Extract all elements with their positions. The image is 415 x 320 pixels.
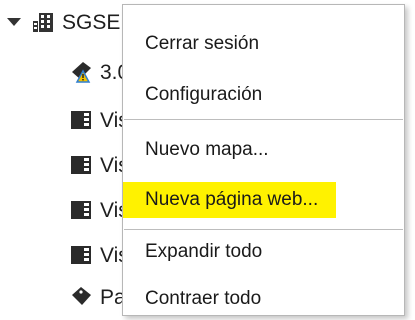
tree-item[interactable]: 3.0 <box>68 56 129 88</box>
tree-item[interactable]: Vis <box>68 149 129 181</box>
menu-separator <box>124 119 403 120</box>
menu-separator <box>124 229 403 230</box>
application-window: SGSE 3.0 Vis Vis Vis Vis Pa Cerrar sesió… <box>0 0 415 320</box>
tree-root-label: SGSE <box>62 10 121 34</box>
grid-view-icon <box>68 197 94 223</box>
tree-root-item[interactable]: SGSE <box>0 6 120 38</box>
menu-item-nueva-pagina-web[interactable]: Nueva página web... <box>123 180 404 220</box>
tree-item[interactable]: Vis <box>68 104 129 136</box>
menu-item-configuracion[interactable]: Configuración <box>123 74 404 114</box>
menu-item-cerrar-sesion[interactable]: Cerrar sesión <box>123 23 404 63</box>
tree-item[interactable]: Pa <box>68 281 126 313</box>
menu-item-nuevo-mapa[interactable]: Nuevo mapa... <box>123 129 404 169</box>
tag-icon <box>68 284 94 310</box>
menu-item-contraer-todo[interactable]: Contraer todo <box>123 278 404 318</box>
tree-item[interactable]: Vis <box>68 194 129 226</box>
building-icon <box>30 9 56 35</box>
expand-arrow-icon[interactable] <box>4 13 22 31</box>
context-menu: Cerrar sesión Configuración Nuevo mapa..… <box>122 4 405 316</box>
grid-view-icon <box>68 242 94 268</box>
menu-item-label-highlighted: Nueva página web... <box>123 182 337 218</box>
grid-view-icon <box>68 107 94 133</box>
menu-item-label: Contraer todo <box>145 287 262 309</box>
warning-map-icon <box>68 59 94 85</box>
menu-item-label: Nuevo mapa... <box>145 138 269 160</box>
menu-item-expandir-todo[interactable]: Expandir todo <box>123 231 404 271</box>
menu-item-label: Expandir todo <box>145 240 263 262</box>
menu-item-label: Cerrar sesión <box>145 32 260 54</box>
grid-view-icon <box>68 152 94 178</box>
tree-item[interactable]: Vis <box>68 239 129 271</box>
menu-item-label: Configuración <box>145 83 263 105</box>
